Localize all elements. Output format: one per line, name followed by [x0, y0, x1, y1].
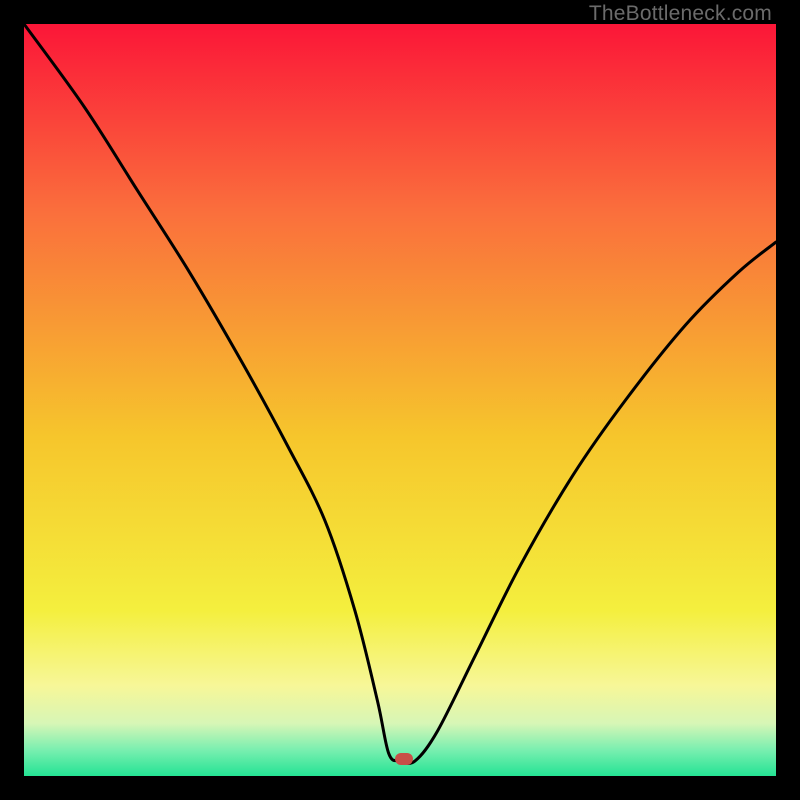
chart-frame: [24, 24, 776, 776]
optimal-marker: [395, 753, 413, 765]
gradient-background: [24, 24, 776, 776]
bottleneck-chart: [24, 24, 776, 776]
watermark-text: TheBottleneck.com: [589, 2, 772, 26]
